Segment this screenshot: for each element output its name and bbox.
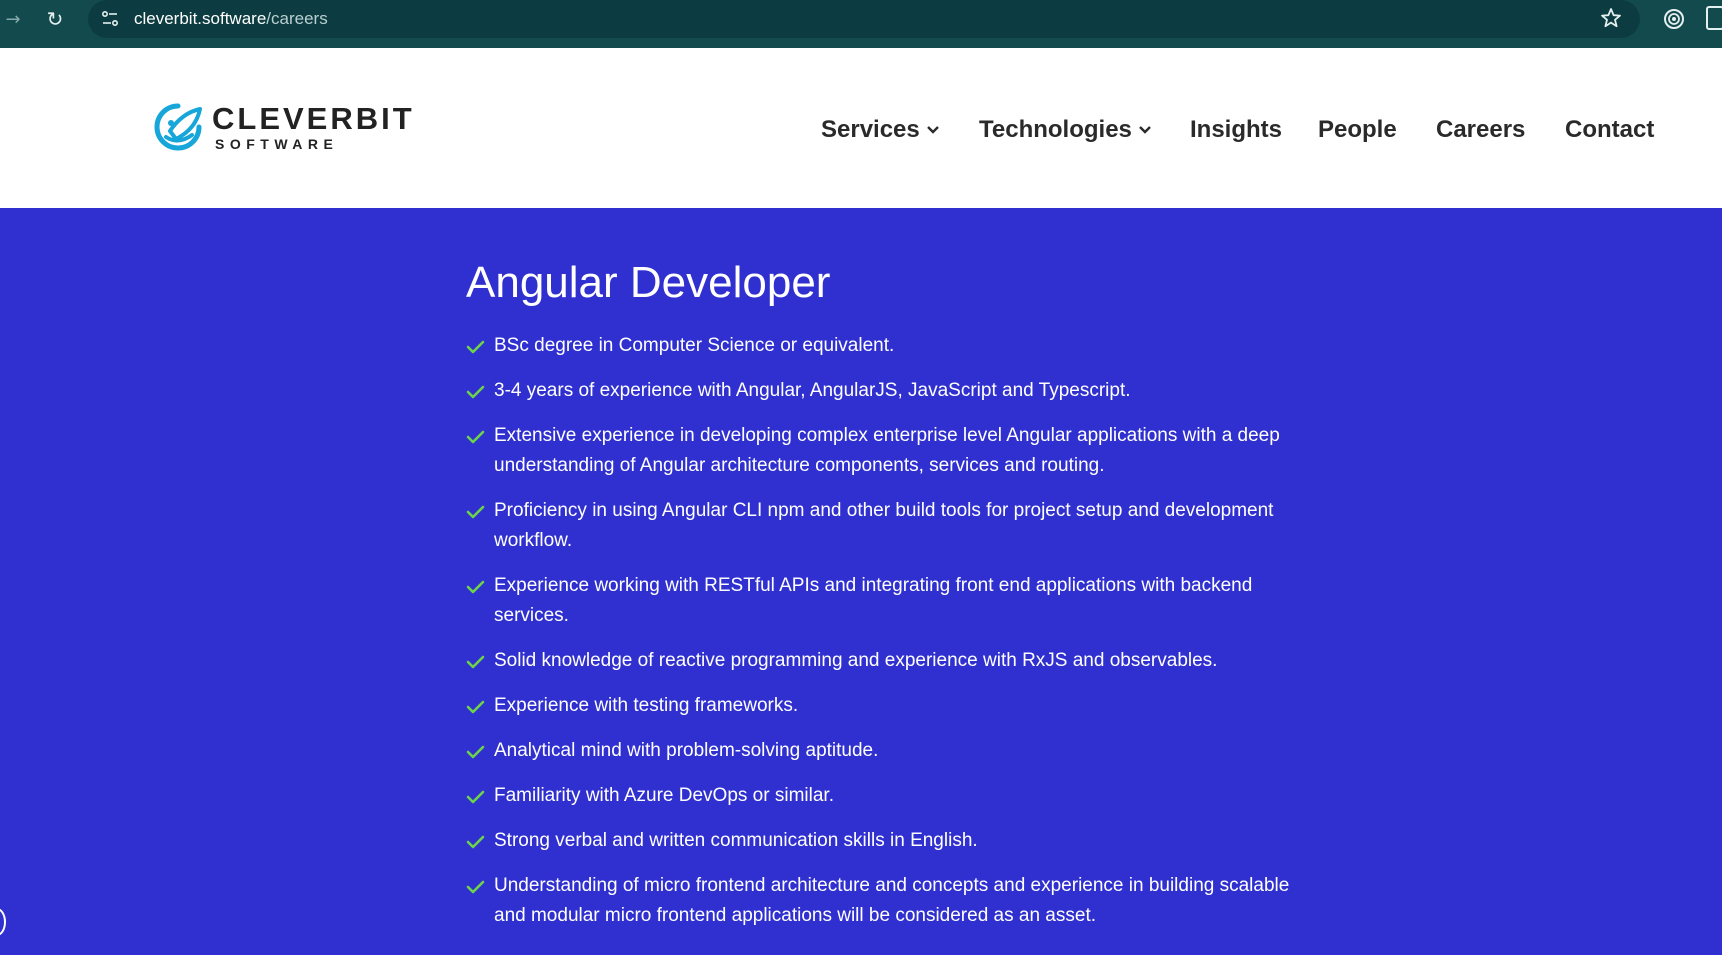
requirement-item: Solid knowledge of reactive programming … bbox=[466, 646, 1306, 676]
chevron-down-icon bbox=[1139, 126, 1151, 134]
requirements-list: BSc degree in Computer Science or equiva… bbox=[466, 331, 1306, 946]
checkmark-icon bbox=[466, 580, 485, 594]
extension-icon[interactable] bbox=[1661, 6, 1687, 32]
nav-services[interactable]: Services bbox=[821, 116, 940, 144]
floating-widget-button[interactable] bbox=[0, 908, 6, 936]
nav-contact[interactable]: Contact bbox=[1565, 116, 1654, 144]
requirement-item: Familiarity with Azure DevOps or similar… bbox=[466, 781, 1306, 811]
url-domain: cleverbit.software bbox=[134, 9, 267, 28]
requirement-text: Familiarity with Azure DevOps or similar… bbox=[494, 785, 834, 806]
checkmark-icon bbox=[466, 880, 485, 894]
requirement-text: Understanding of micro frontend architec… bbox=[494, 875, 1290, 926]
nav-insights-label: Insights bbox=[1190, 116, 1283, 143]
checkmark-icon bbox=[466, 340, 485, 354]
nav-people[interactable]: People bbox=[1318, 116, 1397, 144]
reload-icon[interactable]: ↻ bbox=[40, 4, 70, 34]
requirement-item: Analytical mind with problem-solving apt… bbox=[466, 736, 1306, 766]
nav-people-label: People bbox=[1318, 116, 1397, 143]
requirement-text: Proficiency in using Angular CLI npm and… bbox=[494, 500, 1274, 551]
url-text[interactable]: cleverbit.software/careers bbox=[134, 9, 328, 29]
requirement-item: Experience with testing frameworks. bbox=[466, 691, 1306, 721]
requirement-text: Strong verbal and written communication … bbox=[494, 830, 978, 851]
nav-insights[interactable]: Insights bbox=[1190, 116, 1282, 144]
browser-toolbar: → ↻ cleverbit.software/careers bbox=[0, 0, 1722, 48]
checkmark-icon bbox=[466, 745, 485, 759]
bookmark-star-icon[interactable] bbox=[1599, 6, 1623, 30]
requirement-text: Experience working with RESTful APIs and… bbox=[494, 575, 1253, 626]
requirement-item: Understanding of micro frontend architec… bbox=[466, 871, 1306, 931]
requirement-text: Extensive experience in developing compl… bbox=[494, 425, 1280, 476]
requirement-text: Solid knowledge of reactive programming … bbox=[494, 650, 1218, 671]
chevron-down-icon bbox=[926, 126, 939, 134]
site-header: CLEVERBIT SOFTWARE Services Technologies… bbox=[0, 48, 1722, 208]
site-info-icon[interactable] bbox=[100, 7, 120, 31]
checkmark-icon bbox=[466, 835, 485, 849]
requirement-item: Strong verbal and written communication … bbox=[466, 826, 1306, 856]
requirement-item: Extensive experience in developing compl… bbox=[466, 421, 1306, 481]
requirement-item: Experience working with RESTful APIs and… bbox=[466, 571, 1306, 631]
requirement-text: 3-4 years of experience with Angular, An… bbox=[494, 380, 1131, 401]
requirement-item: Proficiency in using Angular CLI npm and… bbox=[466, 496, 1306, 556]
nav-technologies-label: Technologies bbox=[979, 116, 1132, 143]
checkmark-icon bbox=[466, 430, 485, 444]
requirement-item: BSc degree in Computer Science or equiva… bbox=[466, 331, 1306, 361]
extensions-puzzle-icon[interactable] bbox=[1706, 6, 1722, 30]
requirement-item: 3-4 years of experience with Angular, An… bbox=[466, 376, 1306, 406]
requirement-text: BSc degree in Computer Science or equiva… bbox=[494, 335, 895, 356]
nav-careers[interactable]: Careers bbox=[1436, 116, 1525, 144]
checkmark-icon bbox=[466, 700, 485, 714]
checkmark-icon bbox=[466, 385, 485, 399]
checkmark-icon bbox=[466, 655, 485, 669]
requirement-text: Experience with testing frameworks. bbox=[494, 695, 799, 716]
checkmark-icon bbox=[466, 505, 485, 519]
job-title: Angular Developer bbox=[466, 258, 831, 307]
url-path: /careers bbox=[266, 9, 328, 28]
requirement-text: Analytical mind with problem-solving apt… bbox=[494, 740, 879, 761]
forward-icon[interactable]: → bbox=[0, 4, 28, 34]
nav-contact-label: Contact bbox=[1565, 116, 1655, 143]
nav-services-label: Services bbox=[821, 116, 920, 143]
main-nav: Services Technologies Insights People Ca… bbox=[0, 116, 1722, 146]
checkmark-icon bbox=[466, 790, 485, 804]
nav-careers-label: Careers bbox=[1436, 116, 1526, 143]
nav-technologies[interactable]: Technologies bbox=[979, 116, 1152, 144]
